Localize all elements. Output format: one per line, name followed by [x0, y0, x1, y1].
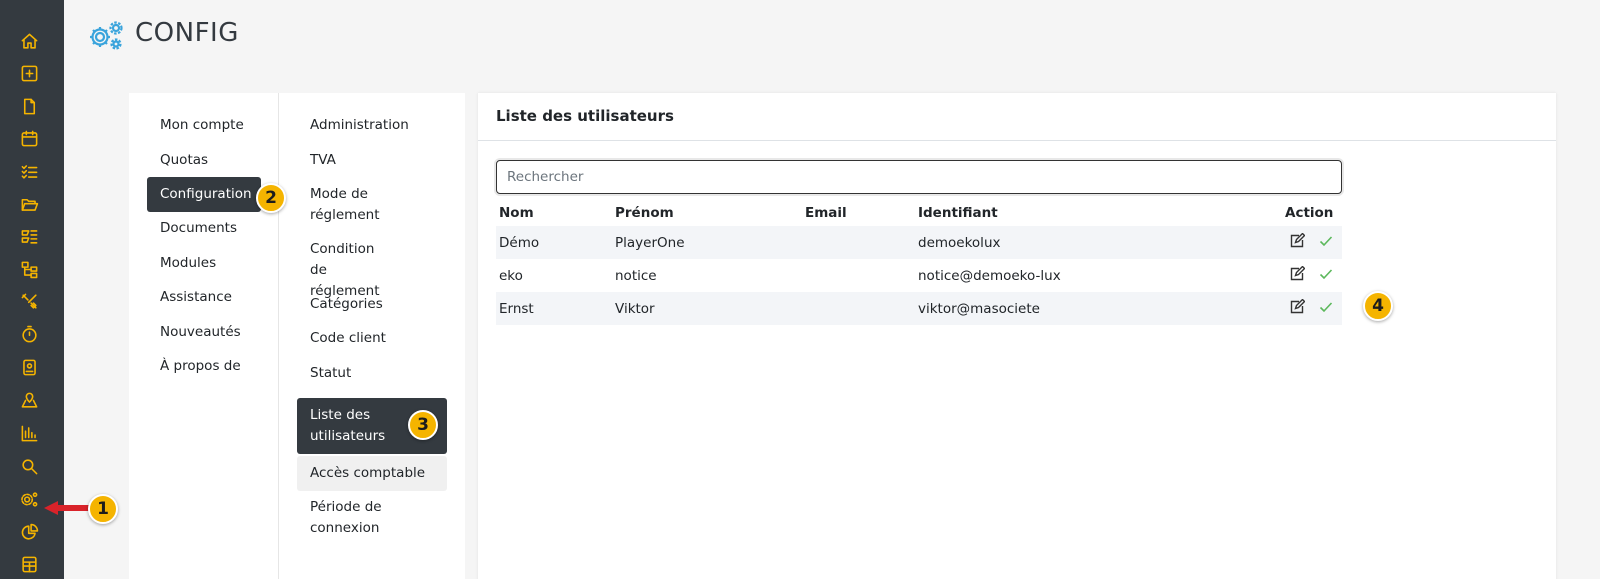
stopwatch-icon[interactable] — [19, 324, 39, 344]
bar-chart-icon[interactable] — [19, 423, 39, 443]
home-icon[interactable] — [19, 31, 39, 51]
check-icon[interactable] — [1318, 299, 1334, 315]
cell-identifiant: demoekolux — [915, 226, 1282, 259]
annotation-badge-1: 1 — [88, 494, 118, 524]
cell-action — [1282, 226, 1342, 259]
cell-email — [802, 259, 915, 292]
menu-item-documents[interactable]: Documents — [147, 211, 261, 246]
map-pin-icon[interactable] — [19, 390, 39, 410]
annotation-badge-2: 2 — [256, 183, 286, 213]
users-panel: Liste des utilisateurs Nom Prénom Email … — [478, 93, 1556, 579]
cell-prenom: PlayerOne — [612, 226, 802, 259]
column-header-identifiant[interactable]: Identifiant — [915, 200, 1282, 226]
page-header: CONFIG — [64, 0, 1600, 72]
menu-item-mode-reglement[interactable]: Mode de réglement — [297, 177, 407, 233]
menu-item-code-client[interactable]: Code client — [297, 321, 447, 356]
folder-open-icon[interactable] — [19, 194, 39, 214]
check-icon[interactable] — [1318, 233, 1334, 249]
menu-item-periode-connexion[interactable]: Période de connexion — [297, 490, 407, 546]
cell-action — [1282, 292, 1342, 325]
menu-item-a-propos[interactable]: À propos de — [147, 349, 261, 384]
table-header-row: Nom Prénom Email Identifiant Action — [496, 200, 1342, 226]
cell-prenom: Viktor — [612, 292, 802, 325]
table-row[interactable]: Ernst Viktor viktor@masociete — [496, 292, 1342, 325]
menu-item-modules[interactable]: Modules — [147, 246, 261, 281]
cell-prenom: notice — [615, 267, 657, 284]
plus-square-icon[interactable] — [19, 63, 39, 83]
page-title: CONFIG — [135, 18, 239, 48]
gears-icon — [88, 20, 124, 52]
cell-action — [1282, 259, 1342, 292]
pie-chart-icon[interactable] — [19, 522, 39, 542]
file-icon[interactable] — [19, 96, 39, 116]
red-pointer-arrow — [44, 501, 90, 515]
menu-item-mon-compte[interactable]: Mon compte — [147, 108, 261, 143]
menu-item-acces-comptable[interactable]: Accès comptable — [297, 456, 447, 491]
tools-list-icon[interactable] — [19, 226, 39, 246]
settings-menu: Mon compte Quotas Configuration Document… — [129, 93, 465, 579]
edit-icon[interactable] — [1289, 232, 1305, 249]
users-table: Nom Prénom Email Identifiant Action Démo… — [496, 200, 1342, 325]
calendar-icon[interactable] — [19, 128, 39, 148]
sidebar-rail — [0, 0, 64, 579]
gears-icon[interactable] — [19, 489, 39, 509]
edit-icon[interactable] — [1289, 298, 1305, 315]
menu-item-categories[interactable]: Catégories — [297, 287, 447, 322]
panel-title: Liste des utilisateurs — [478, 93, 1556, 141]
column-header-email[interactable]: Email — [802, 200, 915, 226]
calculator-icon[interactable] — [19, 554, 39, 574]
column-header-action: Action — [1285, 205, 1334, 221]
sitemap-icon[interactable] — [19, 259, 39, 279]
edit-icon[interactable] — [1289, 265, 1305, 282]
menu-item-tva[interactable]: TVA — [297, 143, 447, 178]
annotation-badge-4: 4 — [1363, 291, 1393, 321]
menu-item-assistance[interactable]: Assistance — [147, 280, 261, 315]
cell-nom: eko — [499, 267, 523, 284]
primary-menu: Mon compte Quotas Configuration Document… — [129, 93, 279, 579]
cell-identifiant: viktor@masociete — [915, 292, 1282, 325]
menu-item-quotas[interactable]: Quotas — [147, 143, 261, 178]
cell-email — [802, 226, 915, 259]
column-header-prenom[interactable]: Prénom — [612, 200, 802, 226]
annotation-badge-3: 3 — [408, 410, 438, 440]
secondary-menu: Administration TVA Mode de réglement Con… — [279, 93, 465, 579]
checklist-icon[interactable] — [19, 161, 39, 181]
cell-nom: Démo — [496, 226, 612, 259]
menu-item-statut[interactable]: Statut — [297, 356, 447, 391]
menu-item-configuration[interactable]: Configuration — [147, 177, 261, 212]
table-row[interactable]: Démo PlayerOne demoekolux — [496, 226, 1342, 259]
wrench-screwdriver-icon[interactable] — [19, 291, 39, 311]
contact-card-icon[interactable] — [19, 357, 39, 377]
column-header-nom[interactable]: Nom — [496, 200, 612, 226]
cell-identifiant: notice@demoeko-lux — [918, 267, 1061, 284]
menu-item-administration[interactable]: Administration — [297, 108, 447, 143]
check-icon[interactable] — [1318, 266, 1334, 282]
cell-nom: Ernst — [496, 292, 612, 325]
cell-email — [802, 292, 915, 325]
menu-item-nouveautes[interactable]: Nouveautés — [147, 315, 261, 350]
search-icon[interactable] — [19, 456, 39, 476]
search-input[interactable] — [496, 160, 1342, 194]
table-row[interactable]: eko notice notice@demoeko-lux — [496, 259, 1342, 292]
